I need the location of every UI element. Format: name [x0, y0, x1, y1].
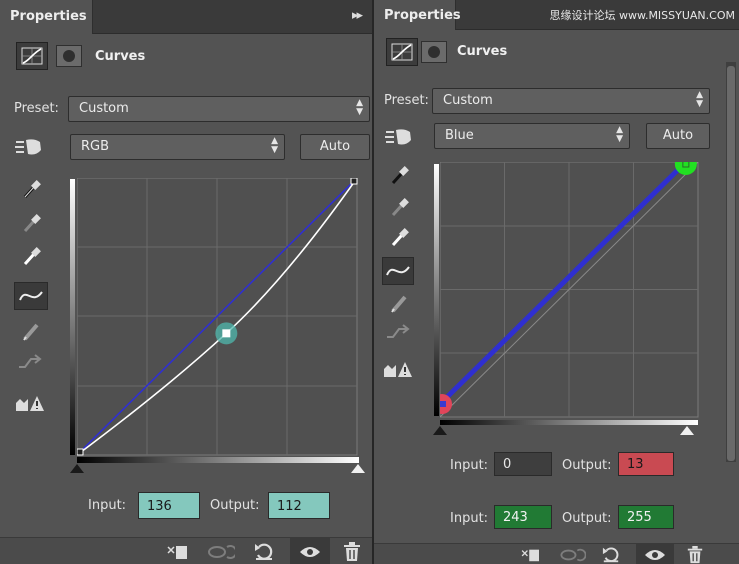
- select-arrows-icon: ▲ ▼: [696, 90, 703, 109]
- tab-properties[interactable]: Properties: [374, 0, 461, 30]
- output-gradient-bar: [434, 164, 439, 416]
- input-label: Input:: [88, 498, 127, 513]
- channel-select[interactable]: Blue ▲ ▼: [434, 123, 630, 149]
- preset-label: Preset:: [384, 93, 429, 108]
- smooth-curve-icon[interactable]: [383, 320, 413, 346]
- input-value-field[interactable]: 136: [138, 492, 200, 519]
- output-label: Output:: [562, 458, 612, 473]
- control-point[interactable]: [77, 448, 84, 456]
- layer-mask-icon[interactable]: [421, 41, 447, 63]
- view-previous-icon[interactable]: [204, 540, 238, 564]
- trash-icon[interactable]: [681, 544, 709, 564]
- collapse-panel-icon[interactable]: ▸▸: [352, 8, 363, 23]
- output-value-field[interactable]: 112: [268, 492, 330, 519]
- select-arrows-icon: ▲ ▼: [356, 98, 363, 117]
- channel-select[interactable]: RGB ▲ ▼: [70, 134, 285, 160]
- reset-icon[interactable]: [248, 540, 280, 564]
- panel-footer: [374, 543, 739, 564]
- pencil-icon[interactable]: [385, 290, 415, 316]
- black-point-slider[interactable]: [70, 464, 84, 473]
- eyedropper-black-icon[interactable]: [17, 176, 47, 202]
- reset-icon[interactable]: [596, 544, 626, 564]
- control-point[interactable]: [440, 401, 446, 407]
- preset-value: Custom: [79, 101, 129, 116]
- input-gradient-bar: [440, 420, 698, 425]
- select-arrows-icon: ▲ ▼: [616, 125, 623, 144]
- preset-value: Custom: [443, 93, 493, 108]
- selected-control-point[interactable]: [222, 329, 231, 338]
- preset-label: Preset:: [14, 101, 59, 116]
- output-label: Output:: [562, 511, 612, 526]
- clip-to-layer-icon[interactable]: [162, 540, 194, 564]
- eyedropper-black-icon[interactable]: [385, 162, 415, 188]
- properties-panel-left: Properties ▸▸ Curves Preset: Custom ▲ ▼ R…: [0, 0, 373, 564]
- output-label: Output:: [210, 498, 260, 513]
- black-point-slider[interactable]: [433, 426, 447, 435]
- eyedropper-gray-icon[interactable]: [17, 210, 47, 236]
- output-value-field[interactable]: 13: [618, 452, 674, 476]
- input-label: Input:: [450, 511, 489, 526]
- properties-panel-right: Properties Curves Preset: Custom ▲ ▼ Blue…: [374, 0, 739, 564]
- white-point-slider[interactable]: [680, 426, 694, 435]
- clipping-warning-icon[interactable]: [15, 390, 45, 416]
- hand-target-icon[interactable]: [14, 134, 44, 160]
- input-value-field[interactable]: 0: [494, 452, 552, 476]
- eye-icon[interactable]: [290, 538, 330, 564]
- clipping-warning-icon[interactable]: [383, 356, 413, 382]
- control-point[interactable]: [350, 178, 358, 185]
- curve-points-icon[interactable]: [14, 282, 48, 310]
- output-gradient-bar: [70, 179, 75, 455]
- tab-properties[interactable]: Properties: [0, 0, 93, 34]
- input-label: Input:: [450, 458, 489, 473]
- curves-graph-icon[interactable]: [386, 38, 418, 66]
- eyedropper-white-icon[interactable]: [385, 224, 415, 250]
- trash-icon[interactable]: [337, 540, 367, 564]
- pencil-icon[interactable]: [17, 318, 47, 344]
- curves-graph-icon[interactable]: [16, 42, 48, 70]
- eye-icon[interactable]: [636, 544, 674, 564]
- adjustment-title: Curves: [95, 49, 146, 64]
- smooth-curve-icon[interactable]: [15, 350, 45, 376]
- preset-select[interactable]: Custom ▲ ▼: [68, 96, 370, 122]
- hand-target-icon[interactable]: [384, 124, 414, 150]
- curves-graph-blue[interactable]: [440, 162, 700, 418]
- panel-titlebar: Properties ▸▸: [0, 0, 373, 34]
- select-arrows-icon: ▲ ▼: [271, 136, 278, 155]
- scrollbar-thumb[interactable]: [727, 66, 735, 461]
- curve-points-icon[interactable]: [382, 257, 414, 285]
- curves-graph-rgb[interactable]: [77, 178, 359, 456]
- channel-value: Blue: [445, 128, 474, 143]
- auto-button[interactable]: Auto: [646, 123, 710, 149]
- white-point-slider[interactable]: [351, 464, 365, 473]
- adjustment-title: Curves: [457, 44, 508, 59]
- panel-scrollbar[interactable]: [726, 62, 736, 462]
- input-value-field[interactable]: 243: [494, 505, 552, 529]
- watermark-text: 思缘设计论坛 www.MISSYUAN.COM: [549, 9, 735, 22]
- preset-select[interactable]: Custom ▲ ▼: [432, 88, 710, 114]
- view-previous-icon[interactable]: [556, 544, 588, 564]
- eyedropper-gray-icon[interactable]: [385, 194, 415, 220]
- channel-value: RGB: [81, 139, 110, 154]
- clip-to-layer-icon[interactable]: [516, 544, 546, 564]
- output-value-field[interactable]: 255: [618, 505, 674, 529]
- auto-button[interactable]: Auto: [300, 134, 370, 160]
- input-gradient-bar: [77, 457, 359, 463]
- layer-mask-icon[interactable]: [56, 45, 82, 67]
- panel-footer: [0, 537, 373, 564]
- eyedropper-white-icon[interactable]: [17, 243, 47, 269]
